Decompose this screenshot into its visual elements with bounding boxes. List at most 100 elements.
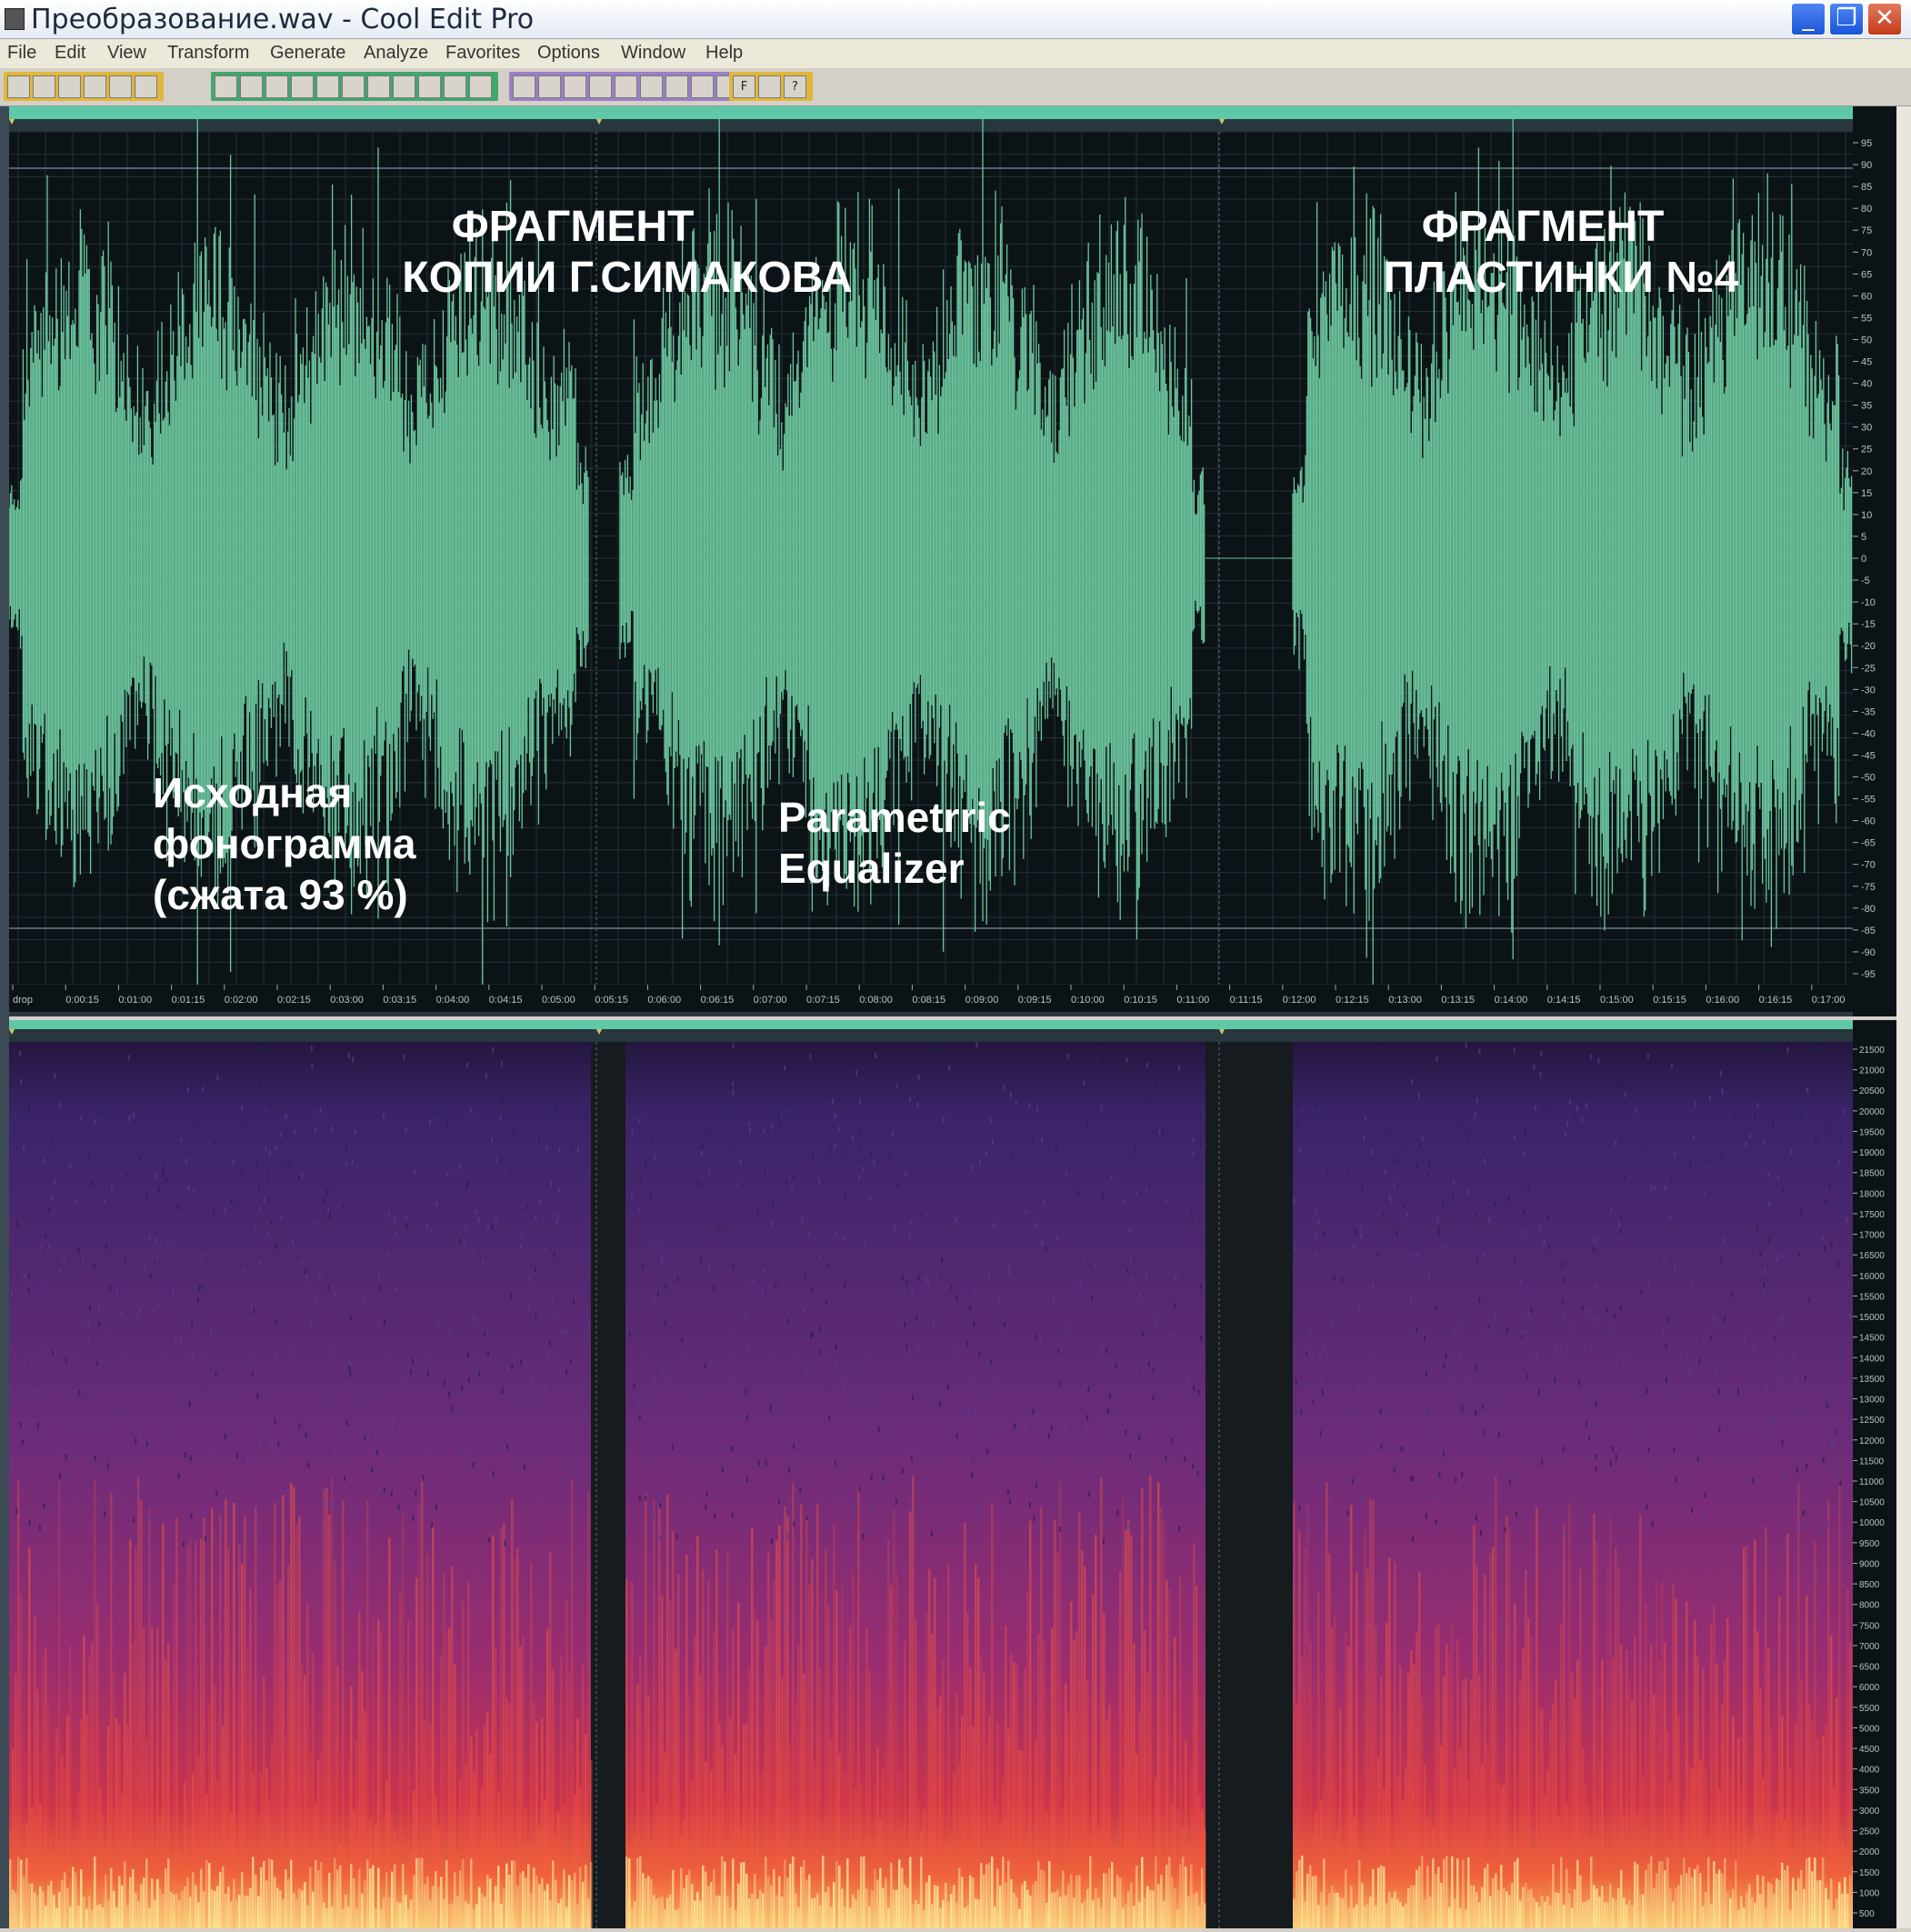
settings-icon[interactable] (564, 75, 586, 98)
time-tick-label: 0:14:00 (1495, 995, 1528, 1006)
time-tick-label: 0:05:15 (595, 995, 628, 1006)
menu-transform[interactable]: Transform (167, 43, 249, 64)
paste-icon[interactable] (367, 75, 390, 98)
time-tick-label: 0:16:15 (1759, 995, 1793, 1006)
db-tick-label: -45 (1861, 750, 1876, 761)
db-tick-label: -40 (1861, 728, 1876, 739)
hz-tick-label: 6500 (1859, 1663, 1880, 1673)
source-line2: фонограмма (153, 820, 416, 867)
menu-favorites[interactable]: Favorites (445, 43, 520, 64)
eq-line1: Parametrric (778, 794, 1011, 841)
db-tick-label: -25 (1861, 663, 1876, 674)
db-tick-label: 10 (1861, 510, 1872, 521)
db-tick-label: 0 (1861, 554, 1866, 565)
db-tick-label: 95 (1861, 138, 1872, 149)
db-tick-label: -50 (1861, 773, 1876, 784)
info-icon[interactable] (589, 75, 612, 98)
title-bar: Преобразование.wav - Cool Edit Pro _ ❐ ✕ (0, 0, 1911, 39)
new-file-icon[interactable] (33, 75, 55, 98)
copy-title-line1: ФРАГМЕНТ (451, 203, 695, 251)
db-tick-label: 25 (1861, 445, 1872, 455)
hz-scale: 21500 21000 20500 20000 19500 19000 18500 18000… (1853, 1020, 1896, 1928)
crop-icon[interactable] (444, 75, 466, 98)
menu-analyze[interactable]: Analyze (364, 43, 428, 64)
time-tick-label: 0:00:15 (65, 995, 99, 1006)
db-tick-label: -75 (1861, 882, 1876, 893)
copy-icon[interactable] (291, 75, 314, 98)
menu-options[interactable]: Options (537, 43, 600, 64)
paste-new-icon[interactable] (393, 75, 415, 98)
menu-view[interactable]: View (107, 43, 146, 64)
hz-tick-label: 4000 (1859, 1766, 1880, 1776)
menu-window[interactable]: Window (621, 43, 685, 64)
grid-icon[interactable] (615, 75, 637, 98)
equalizer-annotation: Parametrric Equalizer (778, 792, 1011, 894)
menu-help[interactable]: Help (705, 43, 743, 64)
save-icon[interactable] (84, 75, 106, 98)
db-tick-label: 70 (1861, 247, 1872, 258)
time-tick-label: 0:05:00 (542, 995, 575, 1006)
frequency-icon[interactable] (665, 75, 688, 98)
copy-to-new-icon[interactable] (316, 75, 339, 98)
hz-tick-label: 10500 (1859, 1498, 1885, 1508)
maximize-button[interactable]: ❐ (1829, 3, 1864, 35)
hz-tick-label: 16000 (1859, 1272, 1885, 1282)
hz-tick-label: 6000 (1859, 1683, 1880, 1693)
record-fragment-title: ФРАГМЕНТ (1361, 202, 1725, 253)
time-tick-label: 0:10:00 (1071, 995, 1105, 1006)
time-tick-label: 0:12:00 (1283, 995, 1316, 1006)
multitrack-view-icon[interactable] (7, 75, 30, 98)
hz-tick-label: 21500 (1859, 1046, 1885, 1056)
hz-tick-label: 16500 (1859, 1251, 1885, 1261)
menu-file[interactable]: File (7, 43, 36, 64)
window-title: Преобразование.wav - Cool Edit Pro (31, 4, 535, 35)
menu-edit[interactable]: Edit (55, 43, 85, 64)
cut-icon[interactable] (342, 75, 365, 98)
db-tick-label: 30 (1861, 423, 1872, 434)
undo-icon[interactable] (215, 75, 237, 98)
grid2-icon[interactable] (640, 75, 663, 98)
script-icon[interactable] (758, 75, 781, 98)
spectral-display[interactable] (9, 1020, 1855, 1928)
db-scale: 95 90 85 80 75 70 65 60 55 50 45 40 35 30 25 20 15 10 5 0 -5… (1853, 106, 1896, 1016)
spectrogram-canvas[interactable] (9, 1020, 1855, 1928)
time-tick-label: 0:03:15 (383, 995, 416, 1006)
save-all-icon[interactable] (109, 75, 132, 98)
waveform-view-icon[interactable] (513, 75, 535, 98)
spectral-view-icon[interactable] (538, 75, 561, 98)
zoom-icon[interactable] (469, 75, 492, 98)
time-tick-label: 0:10:15 (1124, 995, 1157, 1006)
hz-tick-label: 1500 (1859, 1868, 1880, 1878)
hz-tick-label: 15500 (1859, 1292, 1885, 1302)
copy-fragment-subtitle: КОПИИ Г.СИМАКОВА (355, 253, 900, 304)
hz-tick-label: 17500 (1859, 1210, 1885, 1220)
hz-tick-label: 11000 (1859, 1477, 1885, 1487)
mix-paste-icon[interactable] (418, 75, 441, 98)
hz-tick-label: 15000 (1859, 1313, 1885, 1323)
db-tick-label: 5 (1861, 532, 1866, 543)
time-tick-label: 0:13:00 (1388, 995, 1422, 1006)
time-tick-label: 0:09:00 (966, 995, 999, 1006)
time-ruler: drop 0:00:15 0:01:00 0:01:15 0:02:00 0:02:15 0… (9, 985, 1853, 1016)
hz-tick-label: 18000 (1859, 1189, 1885, 1199)
close-button[interactable]: ✕ (1867, 3, 1902, 35)
hz-tick-label: 20500 (1859, 1086, 1885, 1096)
favorites-icon[interactable]: F (733, 75, 755, 98)
help-icon[interactable]: ? (784, 75, 806, 98)
source-line1: Исходная (153, 769, 353, 816)
redo-icon[interactable] (240, 75, 263, 98)
toolbar-group (4, 72, 164, 101)
hz-tick-label: 500 (1859, 1909, 1875, 1919)
spectrogram-segment (9, 1042, 593, 1928)
open-file-icon[interactable] (58, 75, 81, 98)
minimize-button[interactable]: _ (1791, 3, 1826, 35)
repeat-icon[interactable] (265, 75, 288, 98)
hz-tick-label: 20000 (1859, 1107, 1885, 1117)
toolbar-group (211, 72, 498, 101)
right-scrollbar[interactable] (1896, 106, 1911, 1928)
close-file-icon[interactable] (135, 75, 157, 98)
menu-generate[interactable]: Generate (270, 43, 345, 64)
app-icon[interactable] (5, 8, 25, 30)
page-icon[interactable] (691, 75, 714, 98)
db-tick-label: -60 (1861, 816, 1876, 827)
